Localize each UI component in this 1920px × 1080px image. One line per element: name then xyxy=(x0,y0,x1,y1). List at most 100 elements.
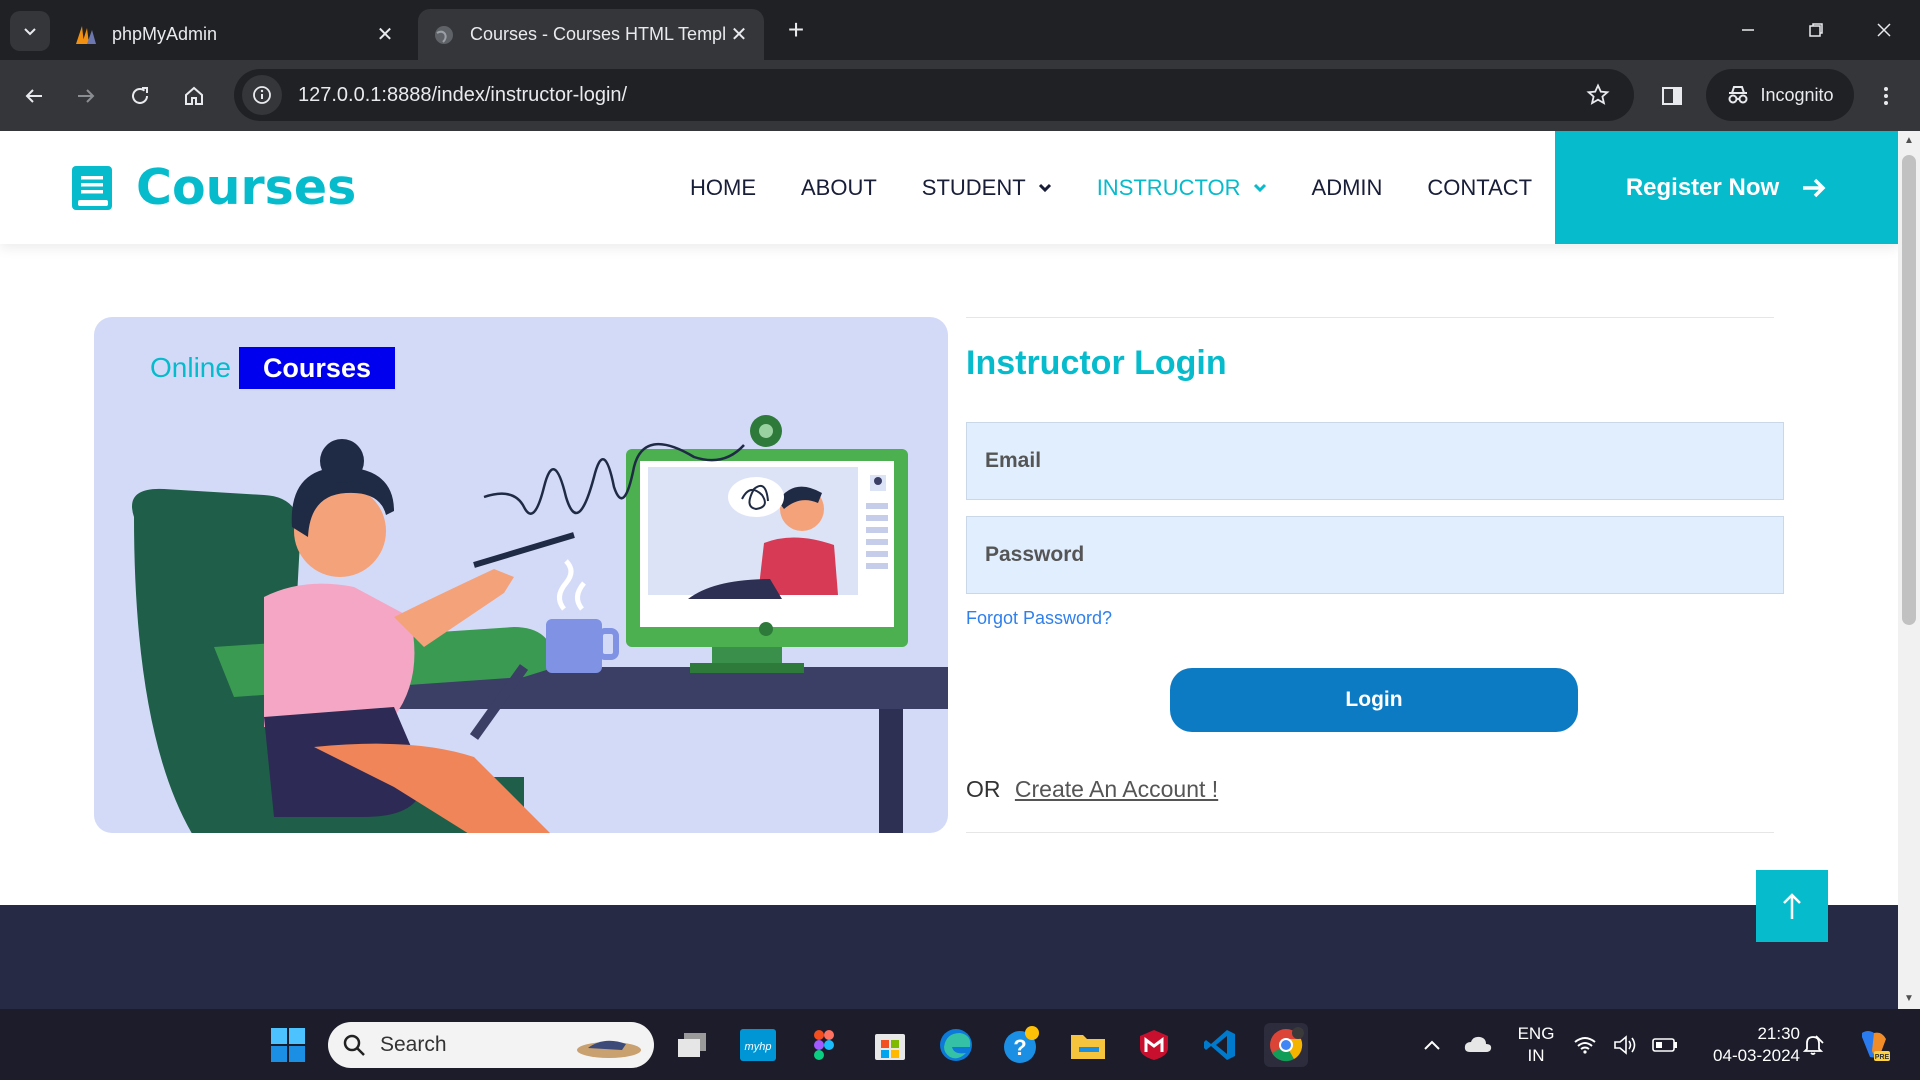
page-viewport: Courses HOME ABOUT STUDENT INSTRUCTOR AD… xyxy=(0,131,1898,1009)
arrow-up-icon xyxy=(1783,893,1801,919)
chevron-down-icon xyxy=(1038,183,1051,192)
nav-home[interactable]: HOME xyxy=(690,175,756,201)
arrow-right-icon xyxy=(78,89,95,103)
browser-tabbar: phpMyAdmin ✕ Courses - Courses HTML Temp… xyxy=(0,0,1920,60)
more-vertical-icon xyxy=(1884,87,1888,105)
wifi-icon[interactable] xyxy=(1570,1023,1600,1067)
chevron-down-icon xyxy=(24,28,36,36)
taskbar-search[interactable]: Search xyxy=(328,1022,654,1068)
create-account-line: OR Create An Account ! xyxy=(966,776,1218,803)
notification-icon[interactable] xyxy=(1796,1023,1830,1067)
search-icon xyxy=(343,1034,365,1056)
nav-label: ADMIN xyxy=(1311,174,1383,200)
back-button[interactable] xyxy=(14,76,54,116)
copilot-icon[interactable]: PRE xyxy=(1850,1023,1894,1067)
chevron-up-icon[interactable] xyxy=(1410,1023,1454,1067)
login-section: Online Courses Instructor Login Email Pa… xyxy=(94,317,1784,833)
myhp-icon[interactable]: myhp xyxy=(736,1023,780,1067)
arrow-right-icon xyxy=(1803,178,1826,197)
nav-about[interactable]: ABOUT xyxy=(801,175,877,201)
scroll-up-icon[interactable]: ▲ xyxy=(1903,135,1915,147)
nav-admin[interactable]: ADMIN xyxy=(1312,175,1383,201)
register-now-button[interactable]: Register Now xyxy=(1555,131,1898,244)
onedrive-cloud-icon[interactable] xyxy=(1456,1023,1500,1067)
site-header: Courses HOME ABOUT STUDENT INSTRUCTOR AD… xyxy=(0,131,1898,244)
phpmyadmin-icon xyxy=(74,23,98,47)
address-bar[interactable]: 127.0.0.1:8888/index/instructor-login/ xyxy=(234,69,1634,121)
side-panel-button[interactable] xyxy=(1652,76,1692,116)
tab-title: phpMyAdmin xyxy=(112,24,218,44)
close-icon[interactable]: ✕ xyxy=(374,24,396,46)
menu-button[interactable] xyxy=(1866,76,1906,116)
restore-icon xyxy=(1809,23,1823,37)
close-icon[interactable]: ✕ xyxy=(728,24,750,46)
search-highlight-icon xyxy=(577,1040,641,1058)
nav-contact[interactable]: CONTACT xyxy=(1427,175,1532,201)
side-panel-icon xyxy=(1662,87,1682,105)
figma-icon[interactable] xyxy=(802,1023,846,1067)
forgot-password-link[interactable]: Forgot Password? xyxy=(966,608,1112,629)
password-placeholder: Password xyxy=(985,543,1085,566)
help-icon[interactable]: ? xyxy=(1000,1023,1044,1067)
close-window-button[interactable] xyxy=(1864,12,1904,48)
edge-icon[interactable] xyxy=(934,1023,978,1067)
microsoft-store-icon[interactable] xyxy=(868,1023,912,1067)
search-placeholder: Search xyxy=(380,1033,447,1056)
teacher-at-desk-graphic xyxy=(132,415,948,833)
password-field[interactable]: Password xyxy=(966,516,1784,594)
restore-button[interactable] xyxy=(1796,12,1836,48)
back-to-top-button[interactable] xyxy=(1756,870,1828,942)
home-button[interactable] xyxy=(174,76,214,116)
mcafee-icon[interactable] xyxy=(1132,1023,1176,1067)
scrollbar-thumb[interactable] xyxy=(1902,155,1916,625)
nav-label: CONTACT xyxy=(1427,174,1533,200)
reload-button[interactable] xyxy=(120,76,160,116)
site-logo[interactable]: Courses xyxy=(70,159,356,216)
globe-icon xyxy=(432,23,456,47)
home-icon xyxy=(185,86,203,105)
scroll-down-icon[interactable]: ▼ xyxy=(1903,993,1915,1005)
clock-date: 04-03-2024 xyxy=(1713,1046,1800,1065)
browser-toolbar: 127.0.0.1:8888/index/instructor-login/ I… xyxy=(0,60,1920,131)
arrow-left-icon xyxy=(25,89,42,103)
minimize-icon xyxy=(1742,29,1754,31)
tab-search-button[interactable] xyxy=(10,11,50,51)
online-courses-illustration: Online Courses xyxy=(94,317,948,833)
windows-taskbar: Search myhp ? ENG IN 21:30 04-03-2024 PR… xyxy=(0,1009,1920,1080)
nav-student[interactable]: STUDENT xyxy=(922,175,1052,201)
nav-label: HOME xyxy=(690,174,756,200)
email-placeholder: Email xyxy=(985,449,1042,472)
task-view-icon[interactable] xyxy=(670,1023,714,1067)
incognito-badge[interactable]: Incognito xyxy=(1706,69,1854,121)
url-text[interactable]: 127.0.0.1:8888/index/instructor-login/ xyxy=(298,84,1578,107)
site-footer xyxy=(0,905,1898,1009)
login-button[interactable]: Login xyxy=(1170,668,1578,732)
nav-label: ABOUT xyxy=(801,174,877,200)
battery-icon[interactable] xyxy=(1650,1023,1680,1067)
new-tab-button[interactable]: + xyxy=(780,14,812,46)
forward-button[interactable] xyxy=(66,76,106,116)
create-account-link[interactable]: Create An Account ! xyxy=(1015,776,1218,802)
tab-title: Courses - Courses HTML Templ xyxy=(470,24,727,44)
login-label: Login xyxy=(1345,688,1403,711)
start-button[interactable] xyxy=(266,1023,310,1067)
svg-text:PRE: PRE xyxy=(1875,1054,1890,1061)
file-explorer-icon[interactable] xyxy=(1066,1023,1110,1067)
minimize-button[interactable] xyxy=(1728,12,1768,48)
email-field[interactable]: Email xyxy=(966,422,1784,500)
incognito-icon xyxy=(1728,86,1748,104)
bookmark-star-icon[interactable] xyxy=(1578,75,1618,115)
nav-instructor[interactable]: INSTRUCTOR xyxy=(1097,175,1267,201)
system-clock[interactable]: 21:30 04-03-2024 xyxy=(1700,1023,1800,1067)
site-info-icon[interactable] xyxy=(242,75,282,115)
book-icon xyxy=(72,165,112,210)
vscode-icon[interactable] xyxy=(1198,1023,1242,1067)
or-label: OR xyxy=(966,776,1001,802)
main-nav: HOME ABOUT STUDENT INSTRUCTOR ADMIN CONT… xyxy=(690,131,1577,244)
tab-courses[interactable]: Courses - Courses HTML Templ ✕ xyxy=(418,9,764,60)
page-scrollbar[interactable]: ▲ ▼ xyxy=(1898,131,1920,1009)
tab-phpmyadmin[interactable]: phpMyAdmin ✕ xyxy=(60,9,410,60)
volume-icon[interactable] xyxy=(1610,1023,1640,1067)
input-language[interactable]: ENG IN xyxy=(1514,1023,1558,1067)
chrome-icon[interactable] xyxy=(1264,1023,1308,1067)
